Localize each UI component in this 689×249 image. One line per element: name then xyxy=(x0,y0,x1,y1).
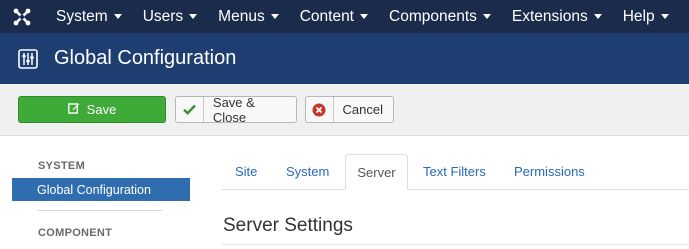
tab-system[interactable]: System xyxy=(286,164,329,179)
save-button[interactable]: Save xyxy=(18,96,166,123)
caret-down-icon xyxy=(593,14,602,19)
equalizer-icon xyxy=(17,48,39,70)
section-divider xyxy=(222,244,689,245)
page-header: Global Configuration xyxy=(0,33,689,84)
caret-down-icon xyxy=(270,14,279,19)
sidebar-heading-component: COMPONENT xyxy=(38,227,113,239)
nav-users[interactable]: Users xyxy=(131,0,206,33)
cancel-circle-icon xyxy=(306,97,334,122)
nav-help[interactable]: Help xyxy=(611,0,678,33)
save-label: Save xyxy=(86,102,117,117)
nav-components[interactable]: Components xyxy=(377,0,500,33)
checkmark-icon xyxy=(176,97,204,122)
edit-icon xyxy=(67,102,80,117)
tabs-border xyxy=(222,189,689,190)
caret-down-icon xyxy=(113,14,122,19)
nav-menus[interactable]: Menus xyxy=(206,0,288,33)
tab-server[interactable]: Server xyxy=(345,154,408,190)
nav-content[interactable]: Content xyxy=(288,0,377,33)
nav-system[interactable]: System xyxy=(44,0,131,33)
save-close-button[interactable]: Save & Close xyxy=(175,94,297,125)
toolbar: Save Save & Close Cancel xyxy=(0,84,689,136)
tab-text-filters[interactable]: Text Filters xyxy=(423,164,486,179)
save-close-label: Save & Close xyxy=(212,94,255,125)
caret-down-icon xyxy=(360,14,368,19)
nav-extensions[interactable]: Extensions xyxy=(500,0,611,33)
tab-permissions[interactable]: Permissions xyxy=(514,164,585,179)
tab-site[interactable]: Site xyxy=(235,164,257,179)
cancel-label: Cancel xyxy=(342,102,383,117)
caret-down-icon xyxy=(189,14,198,19)
page-title: Global Configuration xyxy=(54,47,237,69)
caret-down-icon xyxy=(660,14,669,19)
sidebar-heading-system: SYSTEM xyxy=(38,160,86,172)
cancel-button[interactable]: Cancel xyxy=(305,96,394,123)
sidebar-item-global-configuration[interactable]: Global Configuration xyxy=(12,178,190,201)
joomla-logo-icon[interactable] xyxy=(0,0,44,33)
caret-down-icon xyxy=(482,14,491,19)
sidebar-divider xyxy=(38,210,162,211)
top-navbar: System Users Menus Content Components Ex… xyxy=(0,0,689,33)
section-title: Server Settings xyxy=(223,215,353,236)
